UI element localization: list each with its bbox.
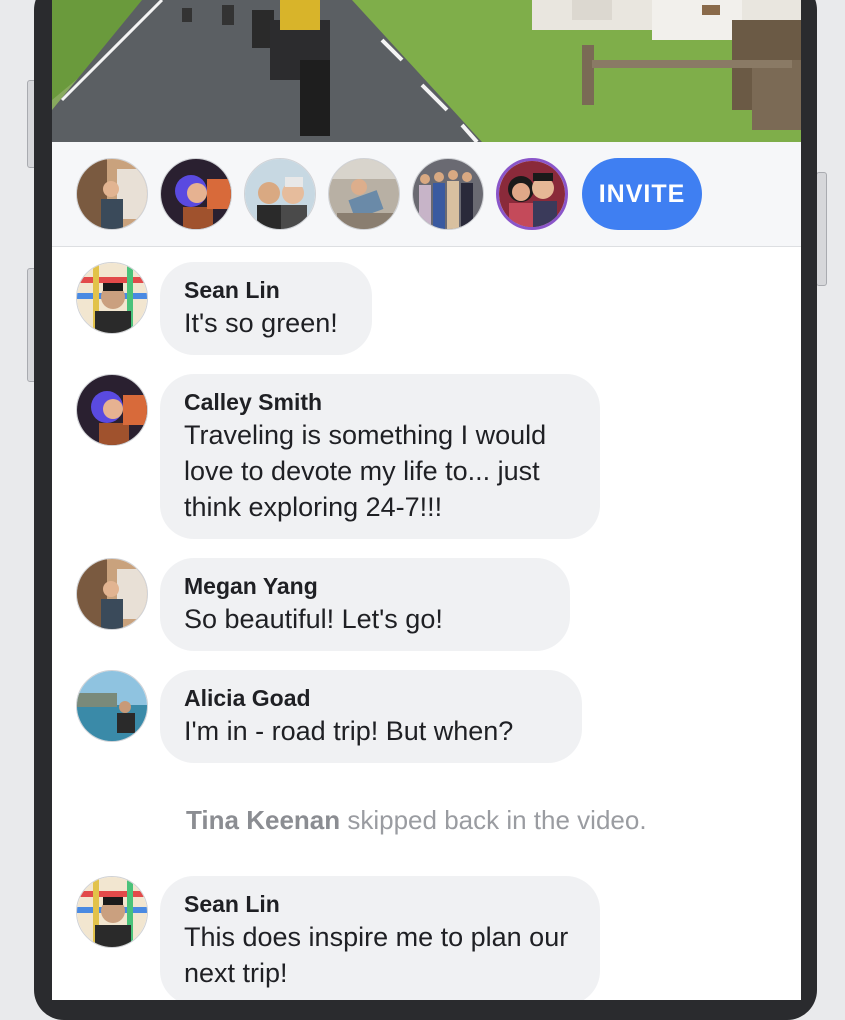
viewer-avatar[interactable]	[328, 158, 400, 230]
person-photo-icon	[77, 159, 147, 229]
commenter-avatar[interactable]	[76, 374, 148, 446]
viewer-avatar[interactable]	[76, 158, 148, 230]
comment-text: So beautiful! Let's go!	[184, 604, 443, 634]
commenter-avatar[interactable]	[76, 670, 148, 742]
commenter-name[interactable]: Sean Lin	[184, 889, 576, 919]
viewer-avatar[interactable]	[412, 158, 484, 230]
commenter-name[interactable]: Alicia Goad	[184, 683, 558, 713]
power-button	[816, 172, 827, 286]
comment-text: This does inspire me to plan our next tr…	[184, 922, 569, 988]
commenter-name[interactable]: Sean Lin	[184, 275, 348, 305]
person-photo-icon	[77, 559, 147, 629]
road-scene-image	[52, 0, 801, 142]
commenter-avatar[interactable]	[76, 558, 148, 630]
comment-text: I'm in - road trip! But when?	[184, 716, 514, 746]
viewer-avatar[interactable]	[160, 158, 232, 230]
comment-text: Traveling is something I would love to d…	[184, 420, 547, 522]
comment-bubble[interactable]: Megan Yang So beautiful! Let's go!	[160, 558, 570, 651]
person-photo-icon	[77, 263, 147, 333]
invite-button[interactable]: INVITE	[582, 158, 702, 230]
viewers-bar: INVITE	[52, 142, 801, 247]
comment-bubble[interactable]: Calley Smith Traveling is something I wo…	[160, 374, 600, 539]
comment-bubble[interactable]: Sean Lin This does inspire me to plan ou…	[160, 876, 600, 1000]
host-avatar[interactable]	[496, 158, 568, 230]
person-photo-icon	[245, 159, 315, 229]
person-photo-icon	[77, 671, 147, 741]
person-photo-icon	[161, 159, 231, 229]
commenter-name[interactable]: Megan Yang	[184, 571, 546, 601]
system-message: Tina Keenan skipped back in the video.	[186, 802, 647, 838]
system-actor[interactable]: Tina Keenan	[186, 805, 340, 835]
person-photo-icon	[77, 877, 147, 947]
comment-bubble[interactable]: Alicia Goad I'm in - road trip! But when…	[160, 670, 582, 763]
person-photo-icon	[329, 159, 399, 229]
comment-text: It's so green!	[184, 308, 338, 338]
commenter-avatar[interactable]	[76, 262, 148, 334]
commenter-name[interactable]: Calley Smith	[184, 387, 576, 417]
screen: INVITE Sean Lin It's so green! Calley Sm…	[52, 0, 801, 1000]
couple-photo-icon	[499, 161, 565, 227]
system-text: skipped back in the video.	[347, 805, 647, 835]
live-video[interactable]	[52, 0, 801, 142]
commenter-avatar[interactable]	[76, 876, 148, 948]
viewer-avatar[interactable]	[244, 158, 316, 230]
person-photo-icon	[77, 375, 147, 445]
group-photo-icon	[413, 159, 483, 229]
comment-bubble[interactable]: Sean Lin It's so green!	[160, 262, 372, 355]
